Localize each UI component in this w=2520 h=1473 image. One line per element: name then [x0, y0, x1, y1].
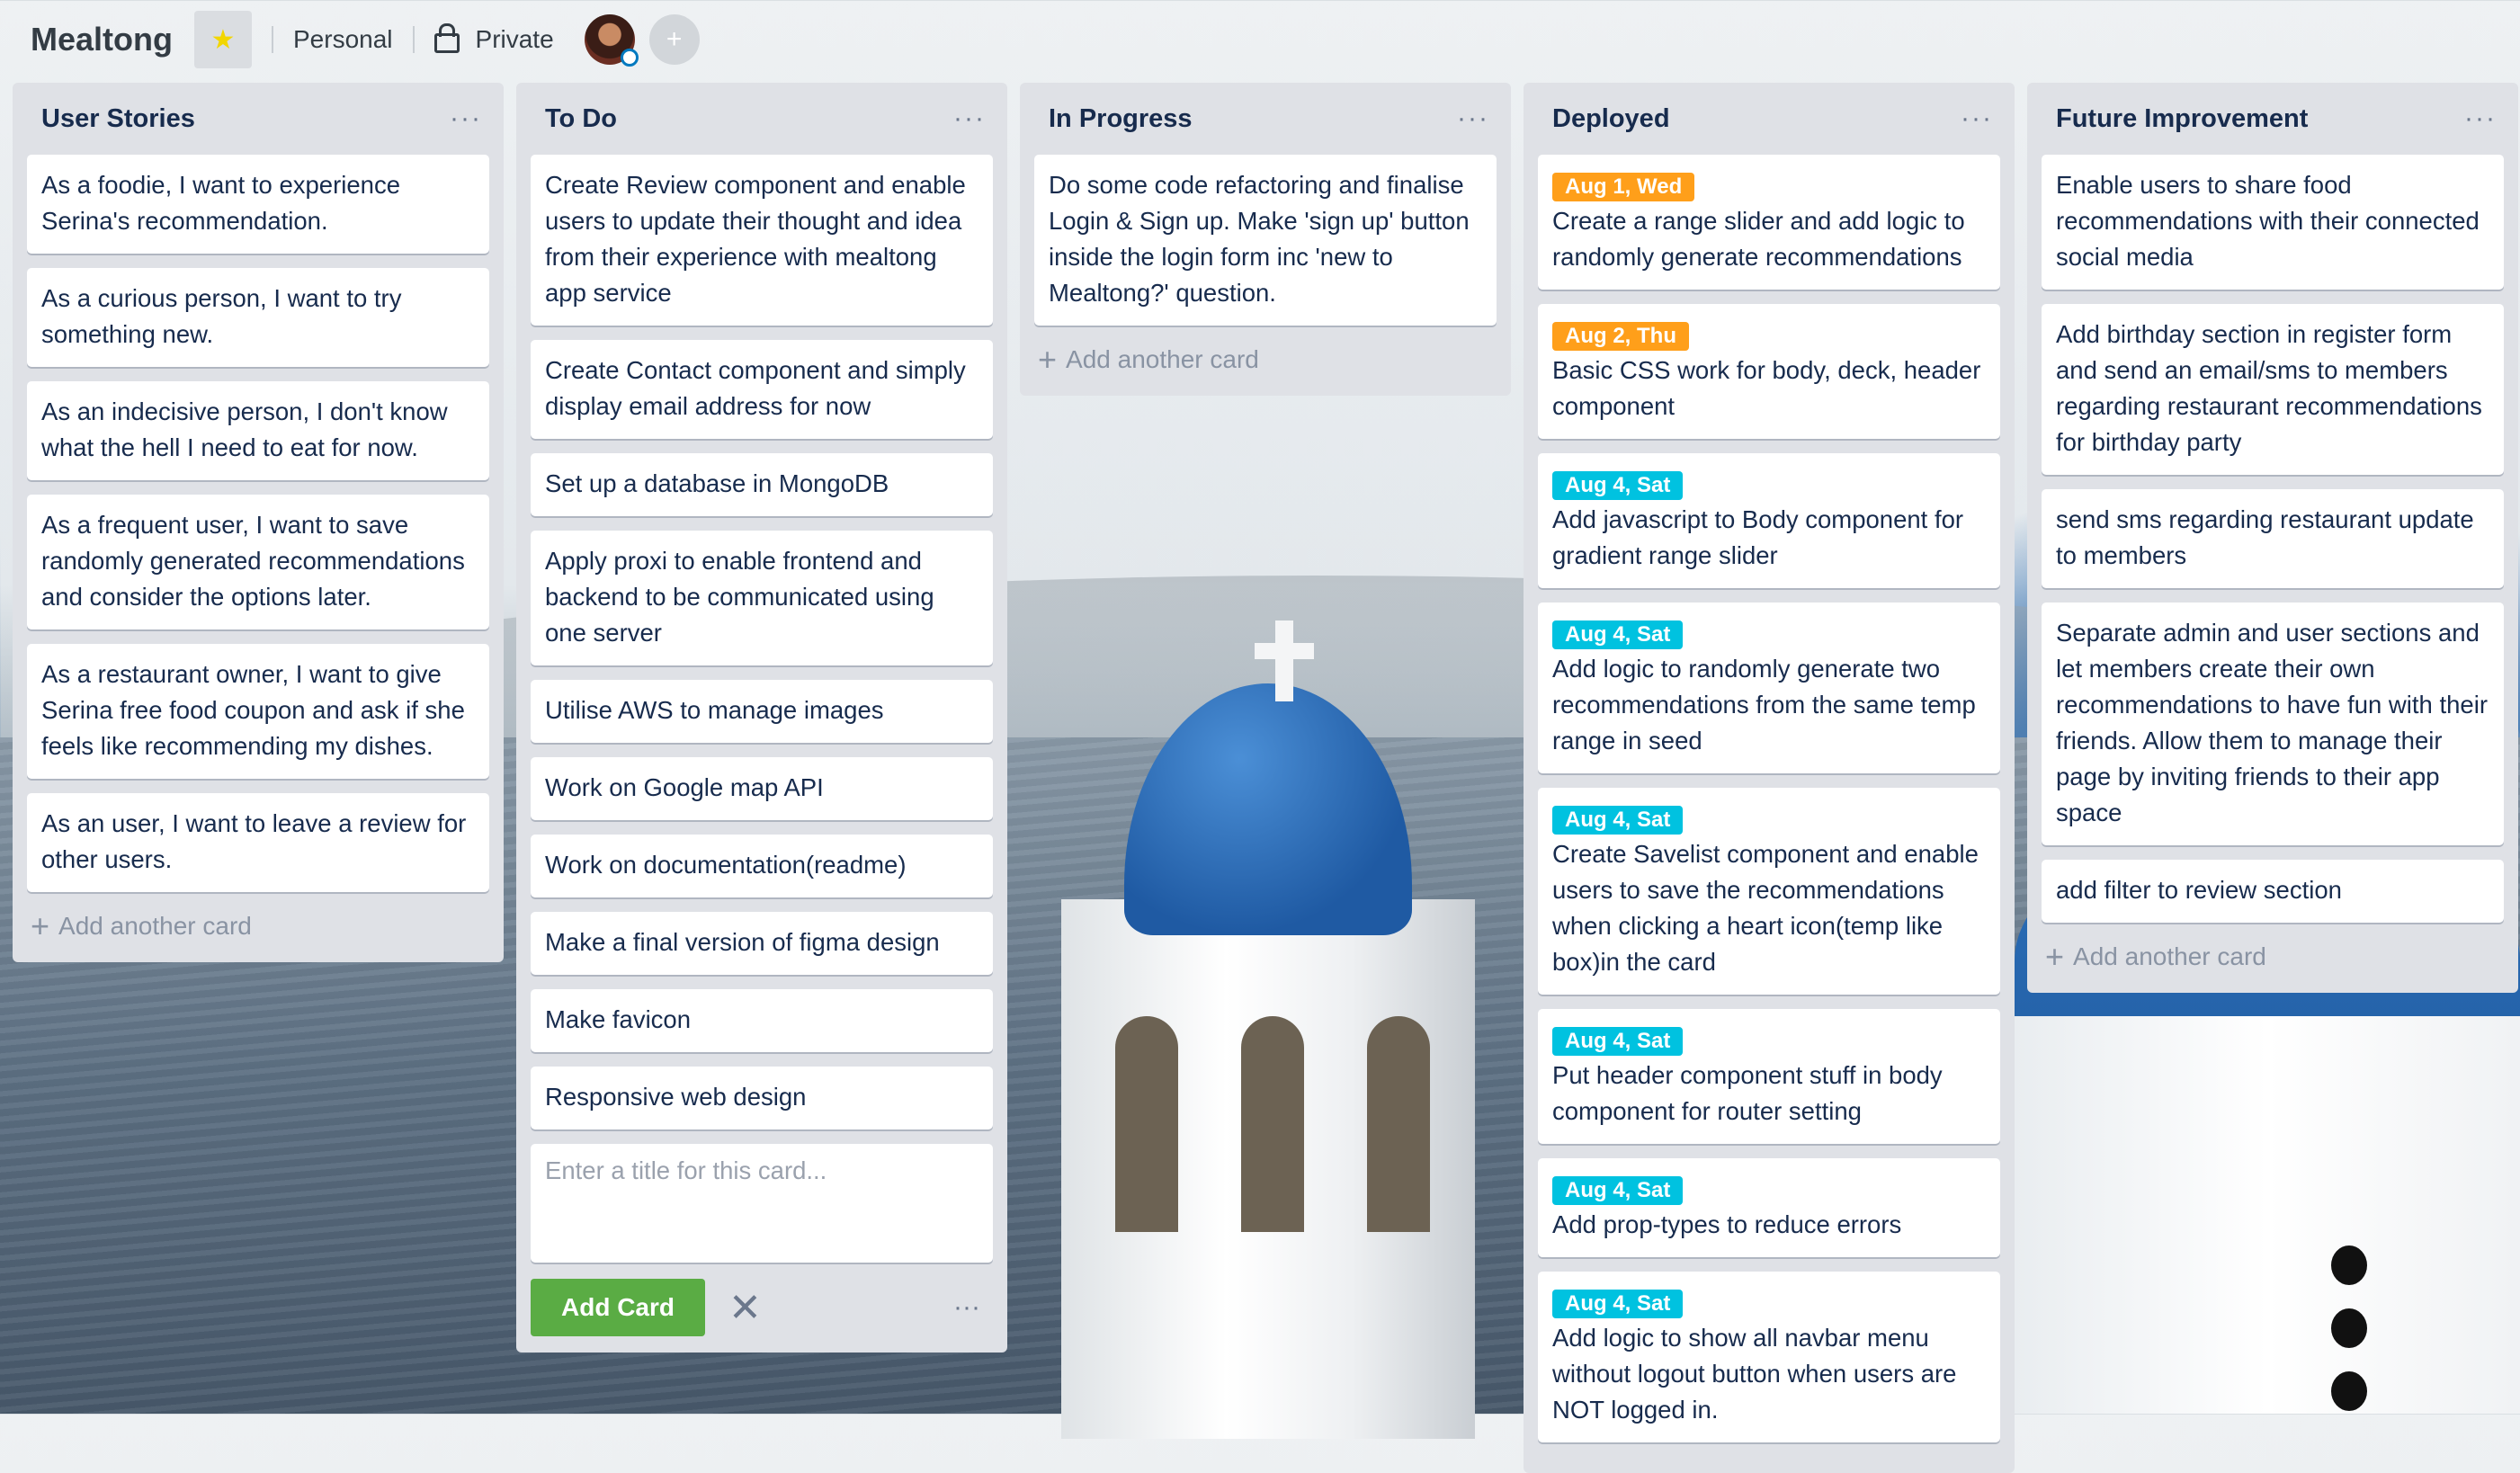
card[interactable]: add filter to review section: [2042, 860, 2504, 923]
card-text: Basic CSS work for body, deck, header co…: [1552, 356, 1981, 420]
due-date-badge: Aug 1, Wed: [1552, 173, 1695, 201]
card[interactable]: Aug 4, Sat Create Savelist component and …: [1538, 788, 2000, 995]
background-window: [2331, 1308, 2367, 1348]
card[interactable]: Aug 4, Sat Add javascript to Body compone…: [1538, 453, 2000, 588]
due-date-badge: Aug 4, Sat: [1552, 806, 1684, 835]
card[interactable]: Work on documentation(readme): [531, 835, 993, 897]
card[interactable]: Separate admin and user sections and let…: [2042, 603, 2504, 845]
card[interactable]: As a frequent user, I want to save rando…: [27, 495, 489, 629]
due-date-badge: Aug 4, Sat: [1552, 1027, 1684, 1056]
due-date-badge: Aug 2, Thu: [1552, 322, 1689, 351]
team-button[interactable]: Personal: [293, 25, 393, 54]
add-card-button[interactable]: + Add another card: [27, 906, 489, 946]
card[interactable]: As a restaurant owner, I want to give Se…: [27, 644, 489, 779]
add-card-button[interactable]: + Add another card: [2042, 937, 2504, 977]
card-title-input[interactable]: Enter a title for this card...: [531, 1144, 993, 1263]
card[interactable]: send sms regarding restaurant update to …: [2042, 489, 2504, 588]
card-text: Add prop-types to reduce errors: [1552, 1210, 1902, 1238]
background-cross: [1255, 643, 1314, 659]
card[interactable]: Create Review component and enable users…: [531, 155, 993, 326]
background-church-dome: [1124, 683, 1412, 935]
card[interactable]: Create Contact component and simply disp…: [531, 340, 993, 439]
list-title[interactable]: Deployed: [1552, 104, 1670, 134]
card[interactable]: As an indecisive person, I don't know wh…: [27, 381, 489, 480]
background-window: [2331, 1245, 2367, 1285]
background-cross: [1275, 620, 1293, 701]
background-arch: [1367, 1016, 1430, 1232]
list-user-stories: User Stories ··· As a foodie, I want to …: [13, 83, 504, 962]
list-in-progress: In Progress ··· Do some code refactoring…: [1020, 83, 1511, 396]
add-card-label: Add another card: [2073, 942, 2266, 970]
board-title[interactable]: Mealtong: [31, 21, 173, 58]
card[interactable]: As an user, I want to leave a review for…: [27, 793, 489, 892]
add-card-submit-button[interactable]: Add Card: [531, 1279, 705, 1336]
background-arch: [1115, 1016, 1178, 1232]
add-card-button[interactable]: + Add another card: [1034, 340, 1497, 379]
add-card-label: Add another card: [1066, 345, 1259, 373]
list-title[interactable]: User Stories: [41, 104, 195, 134]
header-divider: [272, 26, 273, 53]
add-member-icon[interactable]: +: [648, 14, 700, 65]
card[interactable]: Enable users to share food recommendatio…: [2042, 155, 2504, 290]
plus-icon: +: [2045, 938, 2065, 975]
more-icon[interactable]: ···: [2464, 105, 2497, 132]
card[interactable]: Aug 4, Sat Put header component stuff in …: [1538, 1009, 2000, 1144]
due-date-badge: Aug 4, Sat: [1552, 1176, 1684, 1205]
more-icon[interactable]: ···: [1457, 105, 1489, 132]
card-text: Create a range slider and add logic to r…: [1552, 207, 1965, 271]
card-text: Add javascript to Body component for gra…: [1552, 505, 1964, 569]
card[interactable]: Aug 4, Sat Add logic to randomly generate…: [1538, 603, 2000, 773]
header-divider: [412, 26, 415, 53]
background-window: [2331, 1371, 2367, 1411]
card[interactable]: As a curious person, I want to try somet…: [27, 268, 489, 367]
close-icon[interactable]: ✕: [728, 1285, 762, 1331]
avatar[interactable]: [584, 14, 639, 67]
lock-icon: [433, 23, 460, 53]
background-right-building: [2015, 1016, 2520, 1414]
card[interactable]: Aug 4, Sat Add logic to show all navbar m…: [1538, 1272, 2000, 1442]
background-church-tower: [1061, 899, 1475, 1439]
due-date-badge: Aug 4, Sat: [1552, 1290, 1684, 1318]
list-title[interactable]: In Progress: [1049, 104, 1193, 134]
card-text: Add logic to show all navbar menu withou…: [1552, 1324, 1957, 1424]
add-card-label: Add another card: [58, 912, 252, 940]
more-icon[interactable]: ···: [953, 1292, 980, 1323]
board-header: Mealtong ★ Personal Private +: [0, 0, 2520, 79]
plus-icon: +: [31, 907, 50, 944]
background-arch: [1241, 1016, 1304, 1232]
card[interactable]: Make a final version of figma design: [531, 912, 993, 975]
card[interactable]: Apply proxi to enable frontend and backe…: [531, 531, 993, 665]
card[interactable]: Add birthday section in register form an…: [2042, 304, 2504, 475]
card[interactable]: As a foodie, I want to experience Serina…: [27, 155, 489, 254]
card[interactable]: Utilise AWS to manage images: [531, 680, 993, 743]
card[interactable]: Do some code refactoring and finalise Lo…: [1034, 155, 1497, 326]
list-deployed: Deployed ··· Aug 1, Wed Create a range sl…: [1524, 83, 2015, 1473]
more-icon[interactable]: ···: [450, 105, 482, 132]
more-icon[interactable]: ···: [953, 105, 986, 132]
more-icon[interactable]: ···: [1961, 105, 1993, 132]
star-icon[interactable]: ★: [194, 11, 252, 68]
card-text: Add logic to randomly generate two recom…: [1552, 655, 1976, 754]
list-future-improvement: Future Improvement ··· Enable users to s…: [2027, 83, 2518, 993]
due-date-badge: Aug 4, Sat: [1552, 620, 1684, 649]
card-text: Put header component stuff in body compo…: [1552, 1061, 1943, 1125]
plus-icon: +: [1038, 341, 1058, 378]
card-text: Create Savelist component and enable use…: [1552, 840, 1979, 976]
due-date-badge: Aug 4, Sat: [1552, 471, 1684, 500]
card[interactable]: Aug 2, Thu Basic CSS work for body, deck,…: [1538, 304, 2000, 439]
card[interactable]: Aug 4, Sat Add prop-types to reduce error…: [1538, 1158, 2000, 1257]
card[interactable]: Responsive web design: [531, 1067, 993, 1129]
card[interactable]: Work on Google map API: [531, 757, 993, 820]
card[interactable]: Aug 1, Wed Create a range slider and add …: [1538, 155, 2000, 290]
list-title[interactable]: Future Improvement: [2056, 104, 2308, 134]
card[interactable]: Set up a database in MongoDB: [531, 453, 993, 516]
card[interactable]: Make favicon: [531, 989, 993, 1052]
list-title[interactable]: To Do: [545, 104, 617, 134]
visibility-button[interactable]: Private: [476, 25, 554, 54]
list-to-do: To Do ··· Create Review component and en…: [516, 83, 1007, 1352]
